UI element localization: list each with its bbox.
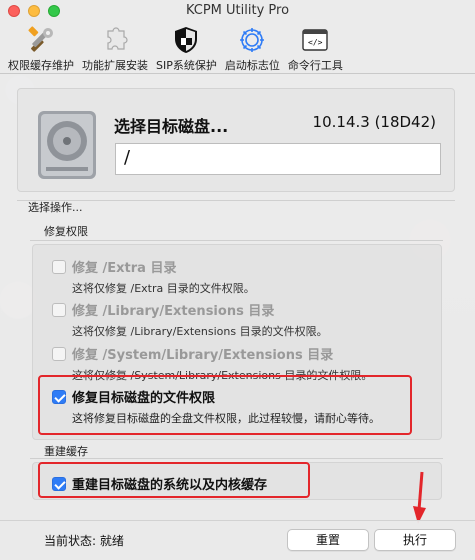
cache-section-label: 重建缓存 xyxy=(44,445,88,458)
checkbox-extra[interactable] xyxy=(52,259,66,274)
option-title: 修复 /Extra 目录 xyxy=(72,261,177,276)
arrow-down-icon xyxy=(413,471,426,524)
tab-label: 功能扩展安装 xyxy=(82,59,148,72)
execute-button[interactable]: 执行 xyxy=(374,529,456,551)
tab-label: SIP系统保护 xyxy=(156,59,217,72)
status-bar: 当前状态: 就绪 重置 执行 xyxy=(0,520,475,560)
option-extra[interactable]: 修复 /Extra 目录 这将仅修复 /Extra 目录的文件权限。 xyxy=(52,257,255,296)
highlight-box xyxy=(38,462,310,498)
status-text: 当前状态: 就绪 xyxy=(44,534,124,548)
window-title: KCPM Utility Pro xyxy=(185,3,290,18)
operations-label: 选择操作... xyxy=(28,201,83,214)
reset-button[interactable]: 重置 xyxy=(287,529,369,551)
toolbar: 权限缓存维护 功能扩展安装 SIP系统保护 启动标志位 </> 命令行工具 xyxy=(0,22,475,74)
svg-text:</>: </> xyxy=(308,38,323,47)
shield-icon xyxy=(170,24,202,55)
hard-disk-icon xyxy=(36,109,98,185)
gear-icon xyxy=(236,24,268,55)
app-window: KCPM Utility Pro 权限缓存维护 功能扩展安装 SIP系统保护 启… xyxy=(0,0,475,560)
tab-sip-protection[interactable]: SIP系统保护 xyxy=(152,22,221,73)
tab-permissions-cache[interactable]: 权限缓存维护 xyxy=(4,22,78,73)
tab-label: 命令行工具 xyxy=(287,59,343,72)
os-version: 10.14.3 (18D42) xyxy=(312,113,436,131)
repair-section-label: 修复权限 xyxy=(44,225,88,238)
option-title: 修复 /System/Library/Extensions 目录 xyxy=(72,348,334,363)
target-path-field[interactable]: / xyxy=(115,143,441,175)
terminal-icon: </> xyxy=(299,24,331,55)
zoom-button[interactable] xyxy=(48,5,60,17)
checkbox-library-extensions[interactable] xyxy=(52,302,66,317)
close-button[interactable] xyxy=(8,5,20,17)
minimize-button[interactable] xyxy=(28,5,40,17)
option-title: 修复 /Library/Extensions 目录 xyxy=(72,304,275,319)
title-bar: KCPM Utility Pro xyxy=(0,0,475,22)
divider xyxy=(30,458,443,459)
select-disk-title[interactable]: 选择目标磁盘... xyxy=(114,113,228,137)
tab-extension-install[interactable]: 功能扩展安装 xyxy=(78,22,152,73)
tab-boot-flags[interactable]: 启动标志位 xyxy=(221,22,284,73)
disk-panel: 选择目标磁盘... 10.14.3 (18D42) / xyxy=(17,88,455,192)
tab-command-line[interactable]: </> 命令行工具 xyxy=(284,22,347,73)
tab-label: 权限缓存维护 xyxy=(8,59,74,72)
tools-icon xyxy=(25,24,57,55)
puzzle-icon xyxy=(99,24,131,55)
highlight-box xyxy=(38,375,412,435)
window-controls xyxy=(8,5,60,17)
tab-label: 启动标志位 xyxy=(224,59,280,72)
checkbox-system-library-extensions[interactable] xyxy=(52,346,66,361)
option-desc: 这将仅修复 /Extra 目录的文件权限。 xyxy=(72,282,255,295)
option-desc: 这将仅修复 /Library/Extensions 目录的文件权限。 xyxy=(72,325,328,338)
divider xyxy=(30,240,443,241)
option-library-extensions[interactable]: 修复 /Library/Extensions 目录 这将仅修复 /Library… xyxy=(52,300,328,339)
